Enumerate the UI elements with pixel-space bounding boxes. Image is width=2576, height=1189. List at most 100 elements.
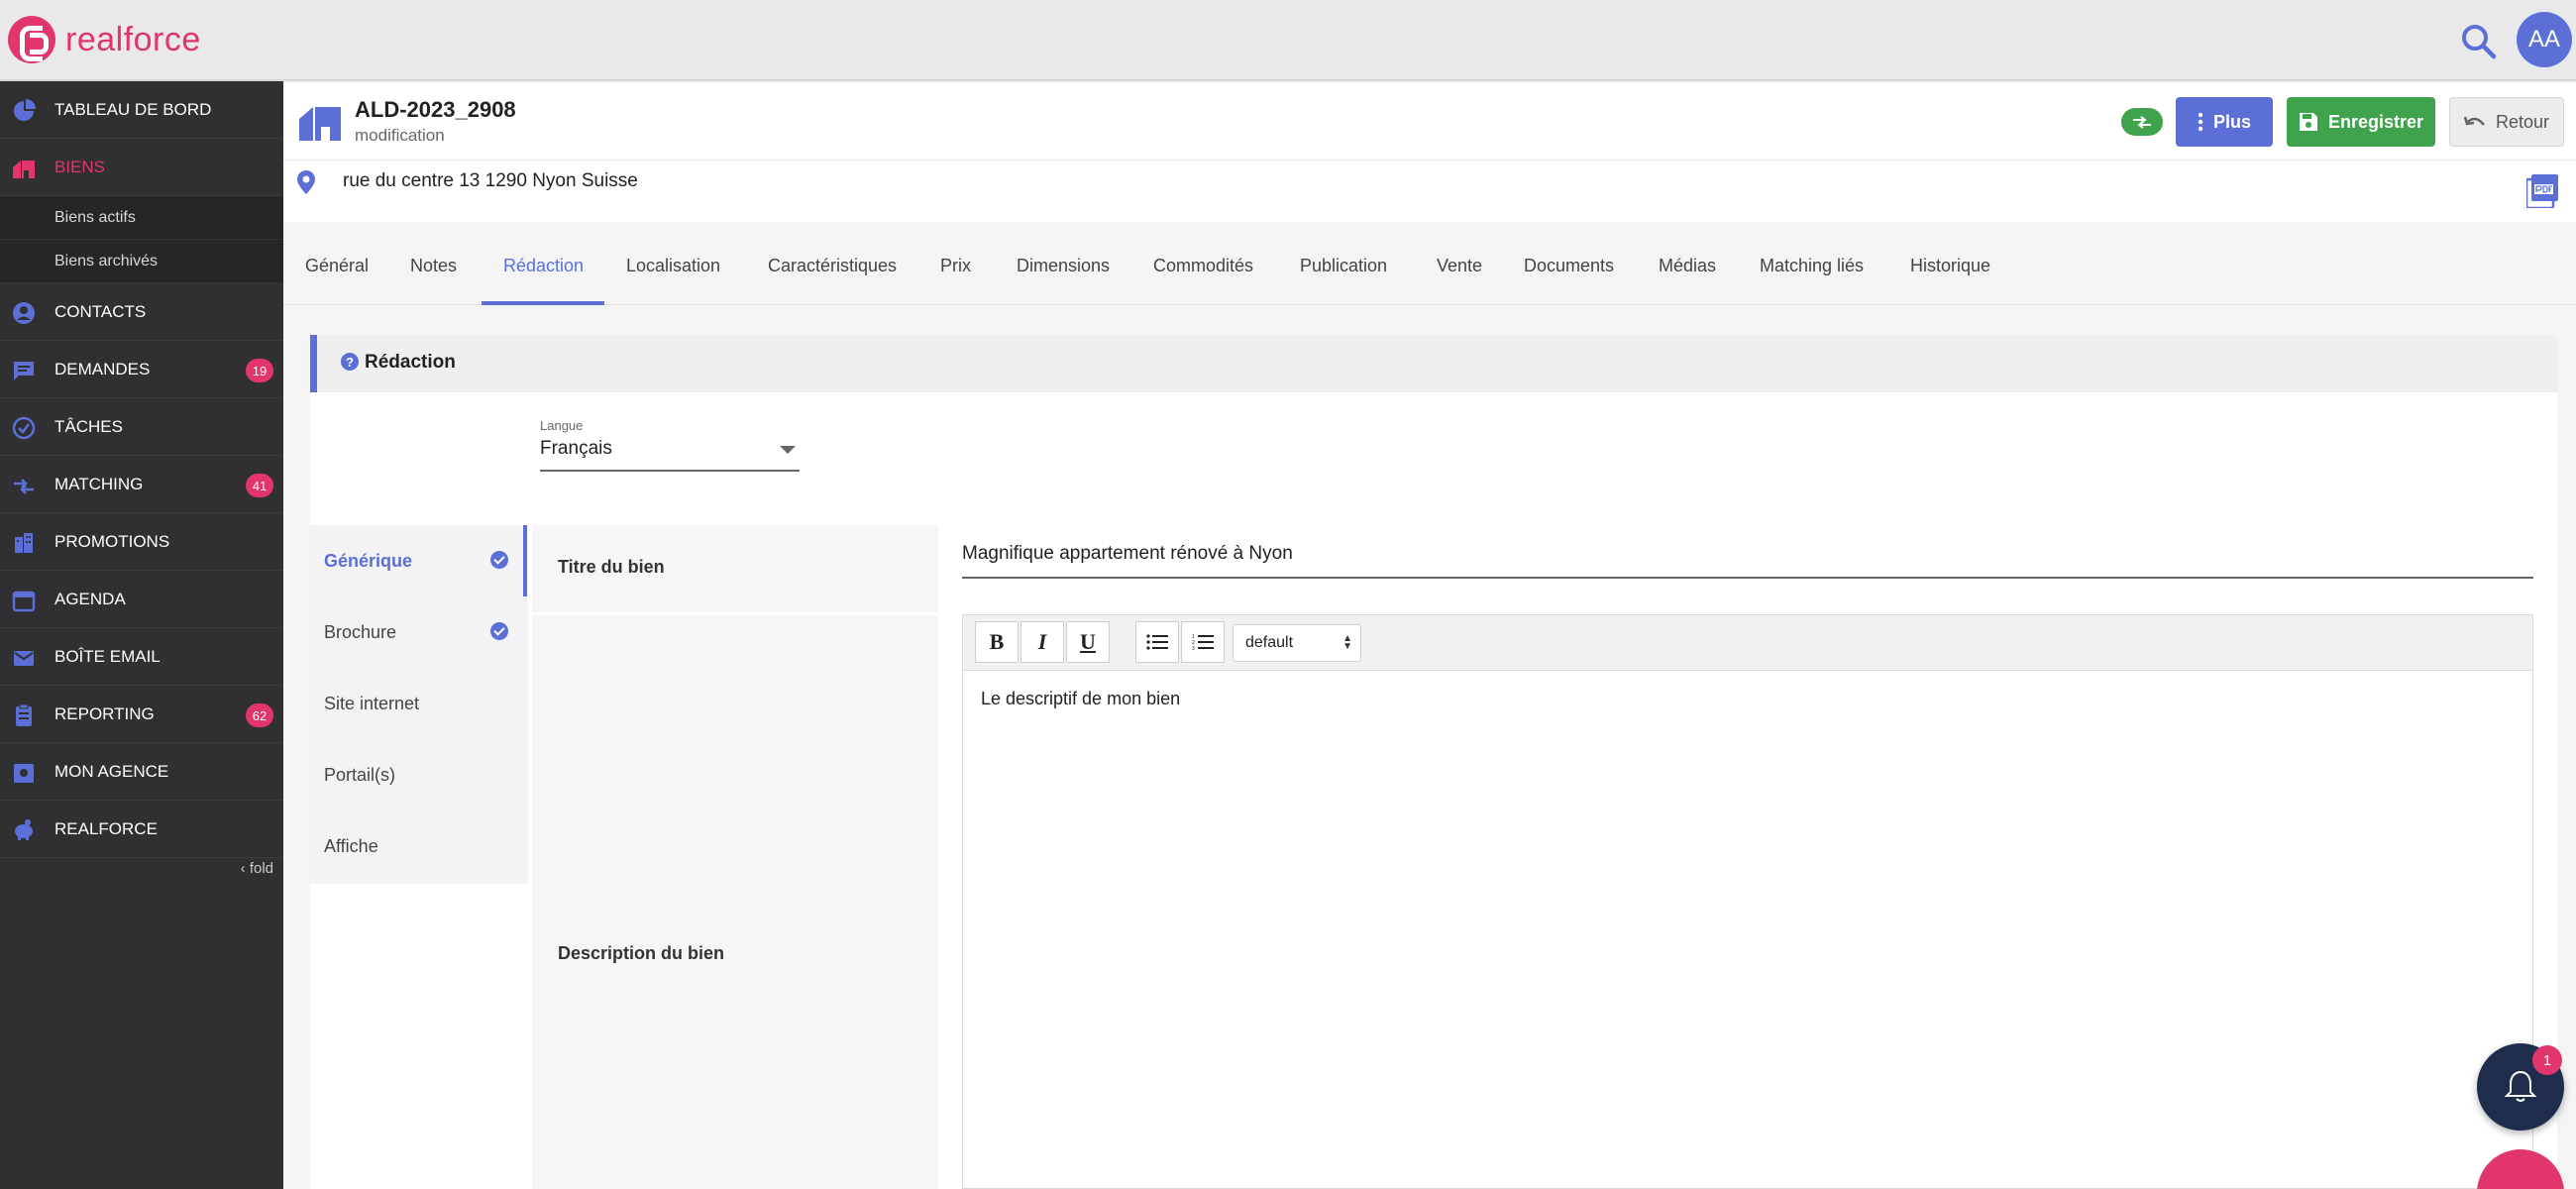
undo-icon — [2463, 114, 2486, 130]
tab-medias[interactable]: Médias — [1659, 256, 1716, 276]
sidebar-item-matching[interactable]: MATCHING 41 — [0, 456, 283, 513]
active-subnav-indicator — [523, 525, 527, 596]
notification-count-badge: 1 — [2532, 1045, 2562, 1075]
sidebar-item-realforce[interactable]: REALFORCE — [0, 801, 283, 858]
sidebar-item-tableau-de-bord[interactable]: TABLEAU DE BORD — [0, 81, 283, 139]
sidebar-subitem-biens-actifs[interactable]: Biens actifs — [0, 196, 283, 240]
sidebar-item-label: BOÎTE EMAIL — [54, 646, 161, 666]
sidebar: TABLEAU DE BORD BIENS Biens actifs Biens… — [0, 81, 283, 1189]
bell-icon — [2505, 1070, 2536, 1102]
bullet-list-button[interactable] — [1135, 621, 1179, 663]
fold-sidebar-button[interactable]: ‹ fold — [241, 860, 273, 877]
property-reference: ALD-2023_2908 — [355, 97, 516, 122]
tab-caracteristiques[interactable]: Caractéristiques — [768, 256, 897, 276]
sidebar-item-taches[interactable]: TÂCHES — [0, 398, 283, 456]
field-divider — [532, 612, 938, 615]
title-input[interactable]: Magnifique appartement rénové à Nyon — [962, 543, 2533, 579]
tab-documents[interactable]: Documents — [1524, 256, 1614, 276]
dropdown-caret-icon — [780, 446, 796, 454]
chat-icon — [14, 362, 34, 380]
subnav-portails[interactable]: Portail(s) — [310, 739, 528, 811]
swap-icon — [14, 479, 34, 494]
tab-general[interactable]: Général — [305, 256, 369, 276]
language-select[interactable]: Français — [540, 438, 800, 472]
subnav-label: Site internet — [324, 693, 420, 713]
realforce-logo-mark — [8, 16, 55, 63]
sidebar-item-label: MON AGENCE — [54, 761, 169, 781]
user-avatar[interactable]: AA — [2517, 12, 2572, 67]
sidebar-item-demandes[interactable]: DEMANDES 19 — [0, 341, 283, 398]
editor-content[interactable]: Le descriptif de mon bien — [981, 689, 1180, 709]
subnav-site-internet[interactable]: Site internet — [310, 668, 528, 739]
sidebar-subitem-biens-archives[interactable]: Biens archivés — [0, 240, 283, 283]
active-tab-indicator — [482, 301, 604, 305]
select-arrows-icon: ▲ ▼ — [1342, 633, 1352, 652]
tab-matching-lies[interactable]: Matching liés — [1760, 256, 1864, 276]
bullet-list-icon — [1146, 634, 1168, 650]
fold-label: fold — [249, 860, 273, 877]
sidebar-item-label: CONTACTS — [54, 301, 147, 321]
tab-dimensions[interactable]: Dimensions — [1017, 256, 1110, 276]
notifications-button[interactable]: 1 — [2477, 1043, 2564, 1131]
tab-commodites[interactable]: Commodités — [1153, 256, 1253, 276]
tab-notes[interactable]: Notes — [410, 256, 457, 276]
tab-publication[interactable]: Publication — [1300, 256, 1387, 276]
redaction-subnav: Générique Brochure Site internet Portail… — [310, 525, 528, 884]
subnav-brochure[interactable]: Brochure — [310, 596, 528, 668]
italic-button[interactable]: I — [1020, 621, 1064, 663]
sidebar-item-biens[interactable]: BIENS — [0, 139, 283, 196]
reporting-count-badge: 62 — [246, 703, 273, 727]
tab-redaction[interactable]: Rédaction — [503, 256, 584, 276]
sidebar-item-label: MATCHING — [54, 474, 144, 493]
tab-localisation[interactable]: Localisation — [626, 256, 720, 276]
save-button[interactable]: Enregistrer — [2287, 97, 2435, 147]
bold-button[interactable]: B — [975, 621, 1019, 663]
back-button[interactable]: Retour — [2449, 97, 2564, 147]
matching-toggle-button[interactable] — [2121, 108, 2163, 136]
sidebar-item-promotions[interactable]: PROMOTIONS — [0, 513, 283, 571]
logo-text: realforce — [65, 20, 201, 58]
sidebar-item-contacts[interactable]: CONTACTS — [0, 283, 283, 341]
tab-prix[interactable]: Prix — [940, 256, 971, 276]
sidebar-item-label: BIENS — [54, 157, 106, 176]
edit-mode-label: modification — [355, 126, 445, 145]
text-style-select[interactable]: default ▲ ▼ — [1233, 624, 1361, 662]
subnav-affiche[interactable]: Affiche — [310, 811, 528, 882]
help-icon[interactable]: ? — [341, 353, 359, 371]
building-icon — [15, 533, 33, 553]
numbered-list-icon: 123 — [1192, 634, 1214, 651]
sidebar-item-boite-email[interactable]: BOÎTE EMAIL — [0, 628, 283, 686]
pdf-icon[interactable] — [2526, 174, 2558, 208]
property-house-icon — [299, 107, 341, 141]
sidebar-item-label: DEMANDES — [54, 359, 151, 378]
tab-vente[interactable]: Vente — [1437, 256, 1482, 276]
field-labels-column — [532, 525, 938, 1189]
description-editor[interactable]: B I U 123 default ▲ ▼ Le descriptif de mo… — [962, 614, 2533, 1189]
mail-icon — [14, 651, 34, 666]
underline-button[interactable]: U — [1066, 621, 1110, 663]
redaction-card: Langue Français Générique Brochure Site … — [310, 392, 2557, 1189]
tab-bar: Général Notes Rédaction Localisation Car… — [283, 230, 2576, 305]
house-icon — [13, 161, 35, 178]
sidebar-item-reporting[interactable]: REPORTING 62 — [0, 686, 283, 743]
demandes-count-badge: 19 — [246, 359, 273, 382]
description-field-label: Description du bien — [558, 943, 725, 963]
sidebar-item-label: REALFORCE — [54, 818, 158, 838]
agency-icon — [14, 764, 34, 783]
sidebar-item-agenda[interactable]: AGENDA — [0, 571, 283, 628]
subnav-label: Portail(s) — [324, 764, 396, 785]
top-bar: realforce AA — [0, 0, 2576, 81]
realforce-logo[interactable]: realforce — [8, 16, 201, 63]
record-header: ALD-2023_2908 modification Plus Enregist… — [283, 83, 2576, 161]
numbered-list-button[interactable]: 123 — [1181, 621, 1225, 663]
sidebar-item-mon-agence[interactable]: MON AGENCE — [0, 743, 283, 801]
sidebar-item-label: TÂCHES — [54, 416, 123, 436]
subnav-generique[interactable]: Générique — [310, 525, 528, 596]
editor-toolbar: B I U 123 default ▲ ▼ — [963, 615, 2532, 671]
sidebar-item-label: AGENDA — [54, 589, 126, 608]
person-icon — [13, 302, 35, 324]
search-icon[interactable] — [2457, 20, 2501, 63]
more-actions-button[interactable]: Plus — [2176, 97, 2273, 147]
tab-historique[interactable]: Historique — [1910, 256, 1990, 276]
subnav-label: Affiche — [324, 835, 378, 856]
